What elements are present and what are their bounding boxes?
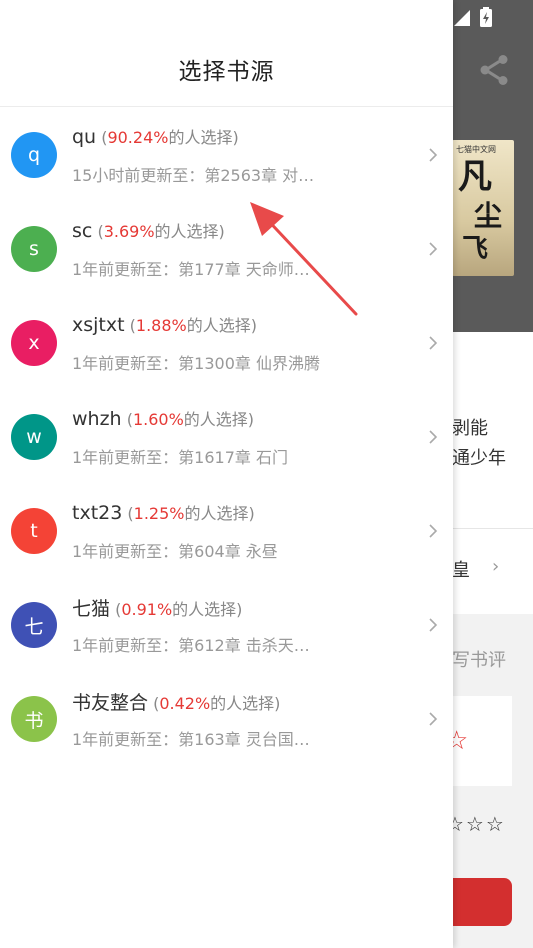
source-meta-open: ( xyxy=(124,316,136,335)
signal-icon xyxy=(454,10,470,26)
drawer-title: 选择书源 xyxy=(178,59,275,85)
source-name: xsjtxt xyxy=(72,314,125,336)
source-avatar: x xyxy=(11,320,57,366)
source-meta-suffix: 的人选择) xyxy=(168,128,239,147)
source-meta-open: ( xyxy=(121,410,133,429)
chevron-right-icon xyxy=(429,618,438,632)
source-update-text: 1年前更新至：第1300章 仙界沸腾 xyxy=(72,354,320,373)
cover-publisher-tag: 七猫中文网 xyxy=(456,145,496,154)
source-name: qu xyxy=(72,126,97,148)
book-cover[interactable]: 七猫中文网 凡 尘 飞 xyxy=(452,140,514,276)
source-meta-open: ( xyxy=(122,504,134,523)
source-percent: 0.42% xyxy=(159,694,211,713)
cover-title-glyph: 尘 xyxy=(474,199,503,232)
source-avatar: w xyxy=(11,414,57,460)
status-bar-icons xyxy=(454,7,492,27)
source-meta-open: ( xyxy=(110,600,122,619)
source-name: sc xyxy=(72,220,93,242)
source-name: 书友整合 xyxy=(72,692,149,714)
chevron-right-icon xyxy=(429,336,438,350)
source-percent: 3.69% xyxy=(103,222,155,241)
source-update-text: 1年前更新至：第1617章 石门 xyxy=(72,448,288,467)
source-drawer: 选择书源 q qu (90.24%的人选择) 15小时前更新至：第2563章 对… s… xyxy=(0,0,453,948)
source-meta-suffix: 的人选择) xyxy=(186,316,257,335)
chevron-right-icon xyxy=(429,430,438,444)
source-percent: 1.25% xyxy=(133,504,185,523)
source-avatar: 书 xyxy=(11,696,57,742)
source-meta-open: ( xyxy=(96,128,108,147)
source-item-xsjtxt[interactable]: x xsjtxt (1.88%的人选择) 1年前更新至：第1300章 仙界沸腾 xyxy=(0,296,453,390)
source-avatar: q xyxy=(11,132,57,178)
source-title-line: sc (3.69%的人选择) xyxy=(72,218,225,242)
source-meta-suffix: 的人选择) xyxy=(210,694,281,713)
chevron-right-icon xyxy=(429,524,438,538)
divider xyxy=(440,528,533,529)
source-item-txt23[interactable]: t txt23 (1.25%的人选择) 1年前更新至：第604章 永昼 xyxy=(0,484,453,578)
source-name: whzh xyxy=(72,408,122,430)
source-meta-suffix: 的人选择) xyxy=(154,222,225,241)
source-meta-open: ( xyxy=(92,222,104,241)
source-meta-suffix: 的人选择) xyxy=(183,410,255,429)
source-percent: 90.24% xyxy=(107,128,169,147)
source-item-七猫[interactable]: 七七猫 (0.91%的人选择) 1年前更新至：第612章 击杀天… xyxy=(0,578,453,672)
source-update-text: 1年前更新至：第163章 灵台国… xyxy=(72,730,310,749)
chevron-right-icon: › xyxy=(492,556,500,577)
divider xyxy=(0,106,453,107)
book-intro-text: 剥能 xyxy=(452,418,488,439)
chevron-right-icon xyxy=(429,712,438,726)
source-title-line: whzh (1.60%的人选择) xyxy=(72,406,254,430)
source-update-text: 1年前更新至：第177章 天命师… xyxy=(72,260,310,279)
source-item-whzh[interactable]: w whzh (1.60%的人选择) 1年前更新至：第1617章 石门 xyxy=(0,390,453,484)
chevron-right-icon xyxy=(429,148,438,162)
source-item-书友整合[interactable]: 书书友整合 (0.42%的人选择) 1年前更新至：第163章 灵台国… xyxy=(0,672,453,766)
source-update-text: 15小时前更新至：第2563章 对… xyxy=(72,166,315,185)
source-avatar: s xyxy=(11,226,57,272)
source-name: txt23 xyxy=(72,502,123,524)
source-meta-open: ( xyxy=(148,694,160,713)
source-title-line: qu (90.24%的人选择) xyxy=(72,124,239,148)
rating-stars[interactable]: ☆☆☆ xyxy=(446,812,506,836)
source-title-line: 书友整合 (0.42%的人选择) xyxy=(72,688,280,715)
source-item-qu[interactable]: q qu (90.24%的人选择) 15小时前更新至：第2563章 对… xyxy=(0,108,453,202)
source-update-text: 1年前更新至：第604章 永昼 xyxy=(72,542,278,561)
book-intro-text: 通少年 xyxy=(452,448,506,469)
source-avatar: t xyxy=(11,508,57,554)
source-item-sc[interactable]: s sc (3.69%的人选择) 1年前更新至：第177章 天命师… xyxy=(0,202,453,296)
source-percent: 0.91% xyxy=(121,600,173,619)
source-meta-suffix: 的人选择) xyxy=(184,504,255,523)
source-meta-suffix: 的人选择) xyxy=(172,600,243,619)
source-percent: 1.88% xyxy=(135,316,187,335)
book-catalog-text[interactable]: 皇 xyxy=(452,556,470,582)
cover-title-glyph: 飞 xyxy=(462,234,489,264)
cover-title-glyph: 凡 xyxy=(458,157,492,197)
source-title-line: txt23 (1.25%的人选择) xyxy=(72,500,255,524)
source-avatar: 七 xyxy=(11,602,57,648)
source-title-line: xsjtxt (1.88%的人选择) xyxy=(72,312,257,336)
write-review-label[interactable]: 写书评 xyxy=(452,646,506,672)
share-icon[interactable] xyxy=(476,52,512,88)
chevron-right-icon xyxy=(429,242,438,256)
source-title-line: 七猫 (0.91%的人选择) xyxy=(72,594,242,621)
source-percent: 1.60% xyxy=(132,410,184,429)
source-name: 七猫 xyxy=(72,598,111,620)
source-update-text: 1年前更新至：第612章 击杀天… xyxy=(72,636,310,655)
